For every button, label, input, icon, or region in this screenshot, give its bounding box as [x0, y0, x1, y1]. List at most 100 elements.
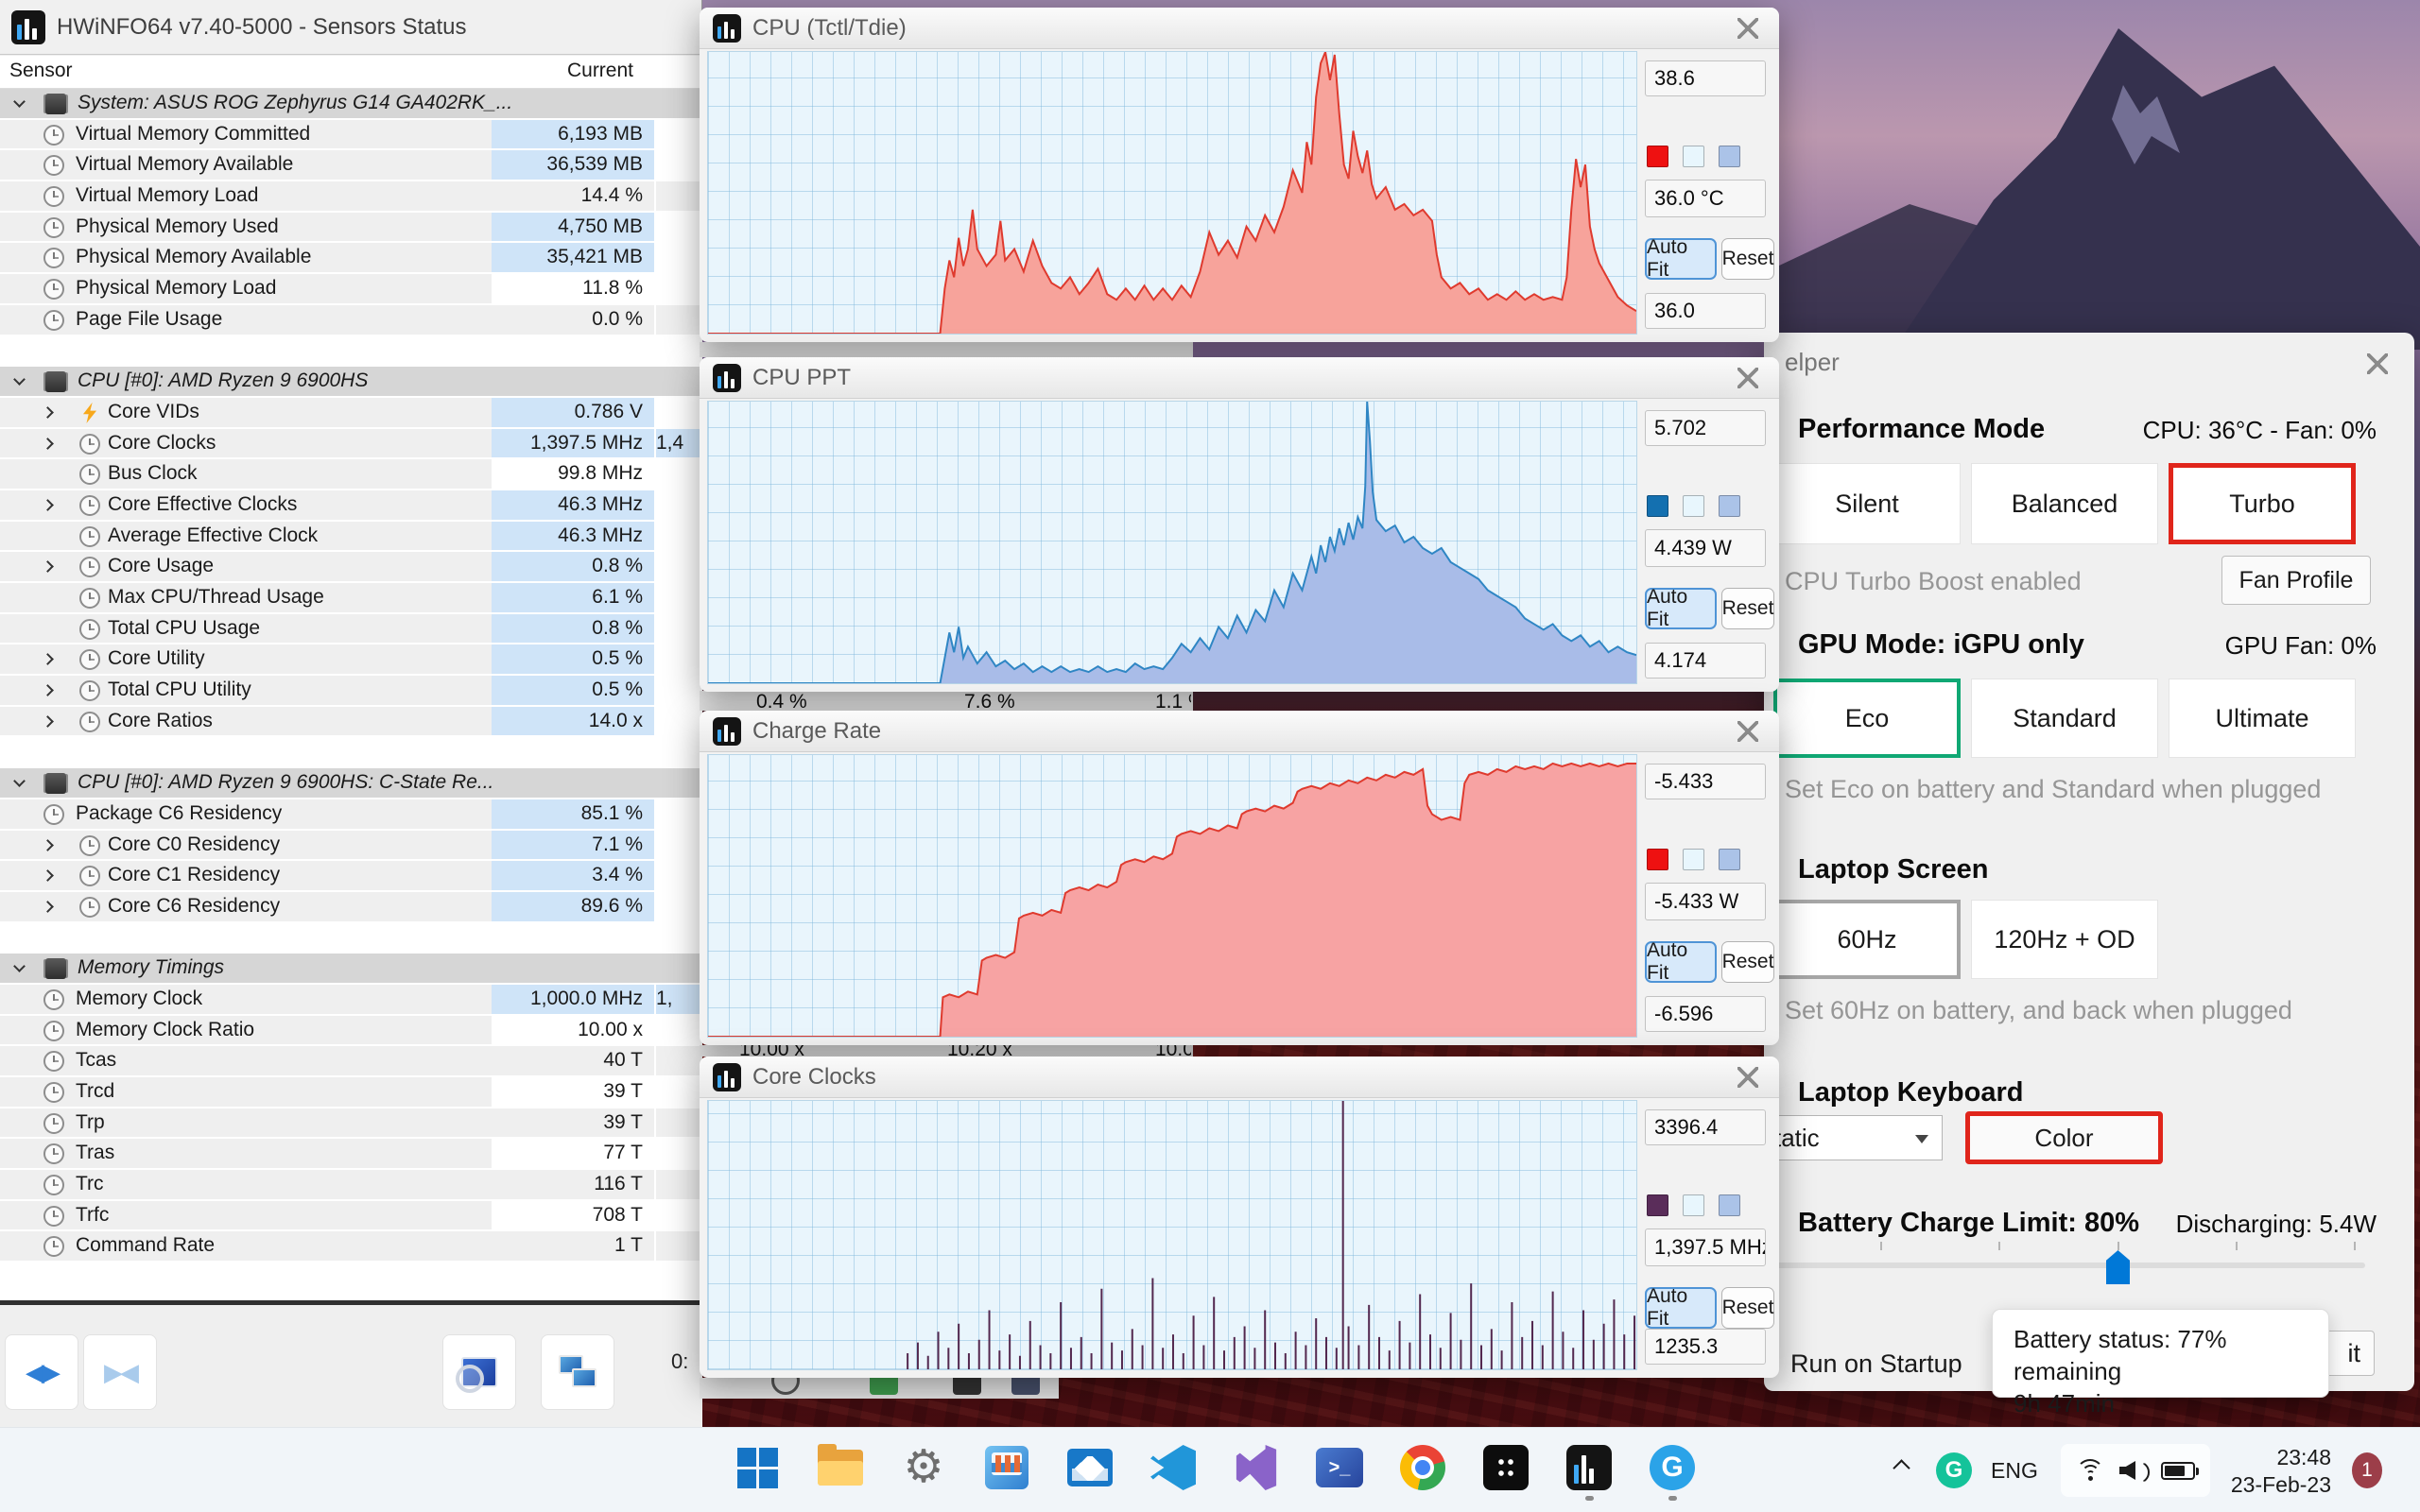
powershell-button[interactable]: >_ — [1312, 1440, 1367, 1495]
battery-limit-slider-thumb[interactable] — [2106, 1250, 2130, 1284]
sensor-row[interactable]: Tras 77 T — [0, 1139, 702, 1171]
vscode-button[interactable] — [1146, 1440, 1201, 1495]
language-indicator[interactable]: ENG — [1991, 1458, 2038, 1484]
sensor-row[interactable]: Physical Memory Used 4,750 MB — [0, 212, 702, 244]
black-app-button[interactable] — [1478, 1440, 1533, 1495]
visual-studio-button[interactable] — [1229, 1440, 1284, 1495]
sensor-row[interactable]: Max CPU/Thread Usage 6.1 % — [0, 583, 702, 614]
sensor-section-row[interactable]: CPU [#0]: AMD Ryzen 9 6900HS — [0, 367, 702, 398]
sensor-row[interactable]: Core Ratios 14.0 x — [0, 706, 702, 738]
graph-titlebar[interactable]: CPU PPT — [700, 357, 1779, 399]
monitor-scan-button[interactable] — [442, 1334, 516, 1410]
keyboard-mode-dropdown[interactable]: tatic — [1764, 1115, 1943, 1160]
background-color-swatch[interactable] — [1683, 1194, 1704, 1216]
sensor-row[interactable]: Memory Clock 1,000.0 MHz 1, — [0, 984, 702, 1016]
reset-button[interactable]: Reset — [1721, 588, 1774, 629]
sensor-row[interactable]: Core Clocks 1,397.5 MHz 1,4 — [0, 428, 702, 460]
60hz-button[interactable]: 60Hz — [1773, 900, 1961, 979]
keyboard-color-button[interactable]: Color — [1965, 1111, 2163, 1164]
sensor-row[interactable]: Trc 116 T — [0, 1170, 702, 1201]
chevron-down-icon[interactable] — [13, 775, 26, 787]
chrome-button[interactable] — [1395, 1440, 1450, 1495]
120hz-od-button[interactable]: 120Hz + OD — [1971, 900, 2158, 979]
balanced-mode-button[interactable]: Balanced — [1971, 463, 2158, 544]
expand-columns-button[interactable]: ◀▶ — [5, 1334, 78, 1410]
sensor-row[interactable]: Core C1 Residency 3.4 % — [0, 861, 702, 892]
chevron-down-icon[interactable] — [13, 960, 26, 973]
background-color-swatch[interactable] — [1683, 849, 1704, 870]
tray-status-group[interactable] — [2061, 1444, 2210, 1497]
column-sensor[interactable]: Sensor — [9, 60, 73, 82]
hwinfo-titlebar[interactable]: HWiNFO64 v7.40-5000 - Sensors Status — [0, 0, 701, 55]
series-color-swatch[interactable] — [1647, 495, 1668, 517]
reset-button[interactable]: Reset — [1721, 941, 1774, 983]
sensor-row[interactable]: Physical Memory Available 35,421 MB — [0, 243, 702, 275]
auto-fit-button[interactable]: Auto Fit — [1645, 586, 1717, 630]
sensor-row[interactable]: Virtual Memory Load 14.4 % — [0, 181, 702, 213]
sensor-row[interactable]: Total CPU Usage 0.8 % — [0, 613, 702, 645]
start-button[interactable] — [730, 1440, 785, 1495]
tray-clock[interactable]: 23:48 23-Feb-23 — [2203, 1444, 2331, 1499]
sensor-row[interactable]: Package C6 Residency 85.1 % — [0, 799, 702, 831]
sensor-row[interactable]: Trfc 708 T — [0, 1200, 702, 1232]
sensor-row[interactable]: Core Usage 0.8 % — [0, 552, 702, 583]
graph-titlebar[interactable]: Charge Rate — [700, 711, 1779, 752]
silent-mode-button[interactable]: Silent — [1773, 463, 1961, 544]
close-icon[interactable] — [1737, 18, 1758, 39]
close-icon[interactable] — [2367, 353, 2388, 374]
ultimate-gpu-button[interactable]: Ultimate — [2169, 679, 2356, 758]
auto-fit-button[interactable]: Auto Fit — [1645, 236, 1717, 281]
hwinfo-taskbar-button[interactable] — [1562, 1440, 1616, 1501]
close-icon[interactable] — [1737, 368, 1758, 388]
sensor-row[interactable]: Memory Clock Ratio 10.00 x — [0, 1015, 702, 1047]
series-color-swatch[interactable] — [1647, 849, 1668, 870]
mail-button[interactable] — [1063, 1440, 1117, 1495]
series-color-swatch[interactable] — [1647, 146, 1668, 167]
sensor-row[interactable]: Trcd 39 T — [0, 1077, 702, 1108]
run-on-startup-label[interactable]: Run on Startup — [1790, 1349, 1962, 1379]
graph-titlebar[interactable]: CPU (Tctl/Tdie) — [700, 8, 1779, 49]
grid-color-swatch[interactable] — [1719, 146, 1740, 167]
collapse-columns-button[interactable]: ▶◀ — [83, 1334, 157, 1410]
reset-button[interactable]: Reset — [1721, 1287, 1774, 1329]
sensor-section-row[interactable]: Memory Timings — [0, 954, 702, 985]
sensor-section-row[interactable]: CPU [#0]: AMD Ryzen 9 6900HS: C-State Re… — [0, 768, 702, 799]
notification-badge[interactable]: 1 — [2352, 1452, 2382, 1488]
eco-gpu-button[interactable]: Eco — [1773, 679, 1961, 758]
close-icon[interactable] — [1737, 721, 1758, 742]
task-manager-button[interactable] — [979, 1440, 1034, 1495]
fan-profile-button[interactable]: Fan Profile — [2221, 556, 2371, 605]
sensor-section-row[interactable]: System: ASUS ROG Zephyrus G14 GA402RK_..… — [0, 89, 702, 120]
file-explorer-button[interactable] — [813, 1440, 868, 1495]
grammarly-tray-icon[interactable]: G — [1936, 1452, 1972, 1488]
background-color-swatch[interactable] — [1683, 495, 1704, 517]
sensor-row[interactable]: Core C6 Residency 89.6 % — [0, 891, 702, 923]
sensor-row[interactable]: Average Effective Clock 46.3 MHz — [0, 521, 702, 553]
chevron-down-icon[interactable] — [13, 95, 26, 108]
battery-limit-slider-track[interactable] — [1772, 1263, 2365, 1268]
series-color-swatch[interactable] — [1647, 1194, 1668, 1216]
background-color-swatch[interactable] — [1683, 146, 1704, 167]
sensor-row[interactable]: Core Effective Clocks 46.3 MHz — [0, 490, 702, 522]
auto-fit-button[interactable]: Auto Fit — [1645, 939, 1717, 984]
column-current[interactable]: Current — [492, 60, 633, 82]
grid-color-swatch[interactable] — [1719, 495, 1740, 517]
standard-gpu-button[interactable]: Standard — [1971, 679, 2158, 758]
graph-titlebar[interactable]: Core Clocks — [700, 1057, 1779, 1098]
tray-chevron-up-icon[interactable] — [1893, 1459, 1910, 1477]
grid-color-swatch[interactable] — [1719, 1194, 1740, 1216]
sensor-row[interactable]: Page File Usage 0.0 % — [0, 304, 702, 336]
sensor-row[interactable]: Tcas 40 T — [0, 1046, 702, 1077]
ghelper-taskbar-button[interactable]: G — [1645, 1440, 1700, 1501]
sensor-row[interactable]: Virtual Memory Committed 6,193 MB — [0, 119, 702, 151]
sensor-row[interactable]: Core C0 Residency 7.1 % — [0, 830, 702, 862]
sensor-row[interactable]: Core Utility 0.5 % — [0, 644, 702, 677]
grid-color-swatch[interactable] — [1719, 849, 1740, 870]
sensor-row[interactable]: Trp 39 T — [0, 1108, 702, 1140]
sensor-row[interactable]: Virtual Memory Available 36,539 MB — [0, 150, 702, 182]
auto-fit-button[interactable]: Auto Fit — [1645, 1285, 1717, 1330]
close-icon[interactable] — [1737, 1067, 1758, 1088]
sensor-row[interactable]: Physical Memory Load 11.8 % — [0, 274, 702, 305]
sensor-row[interactable]: Bus Clock 99.8 MHz — [0, 459, 702, 490]
turbo-mode-button[interactable]: Turbo — [2169, 463, 2356, 544]
